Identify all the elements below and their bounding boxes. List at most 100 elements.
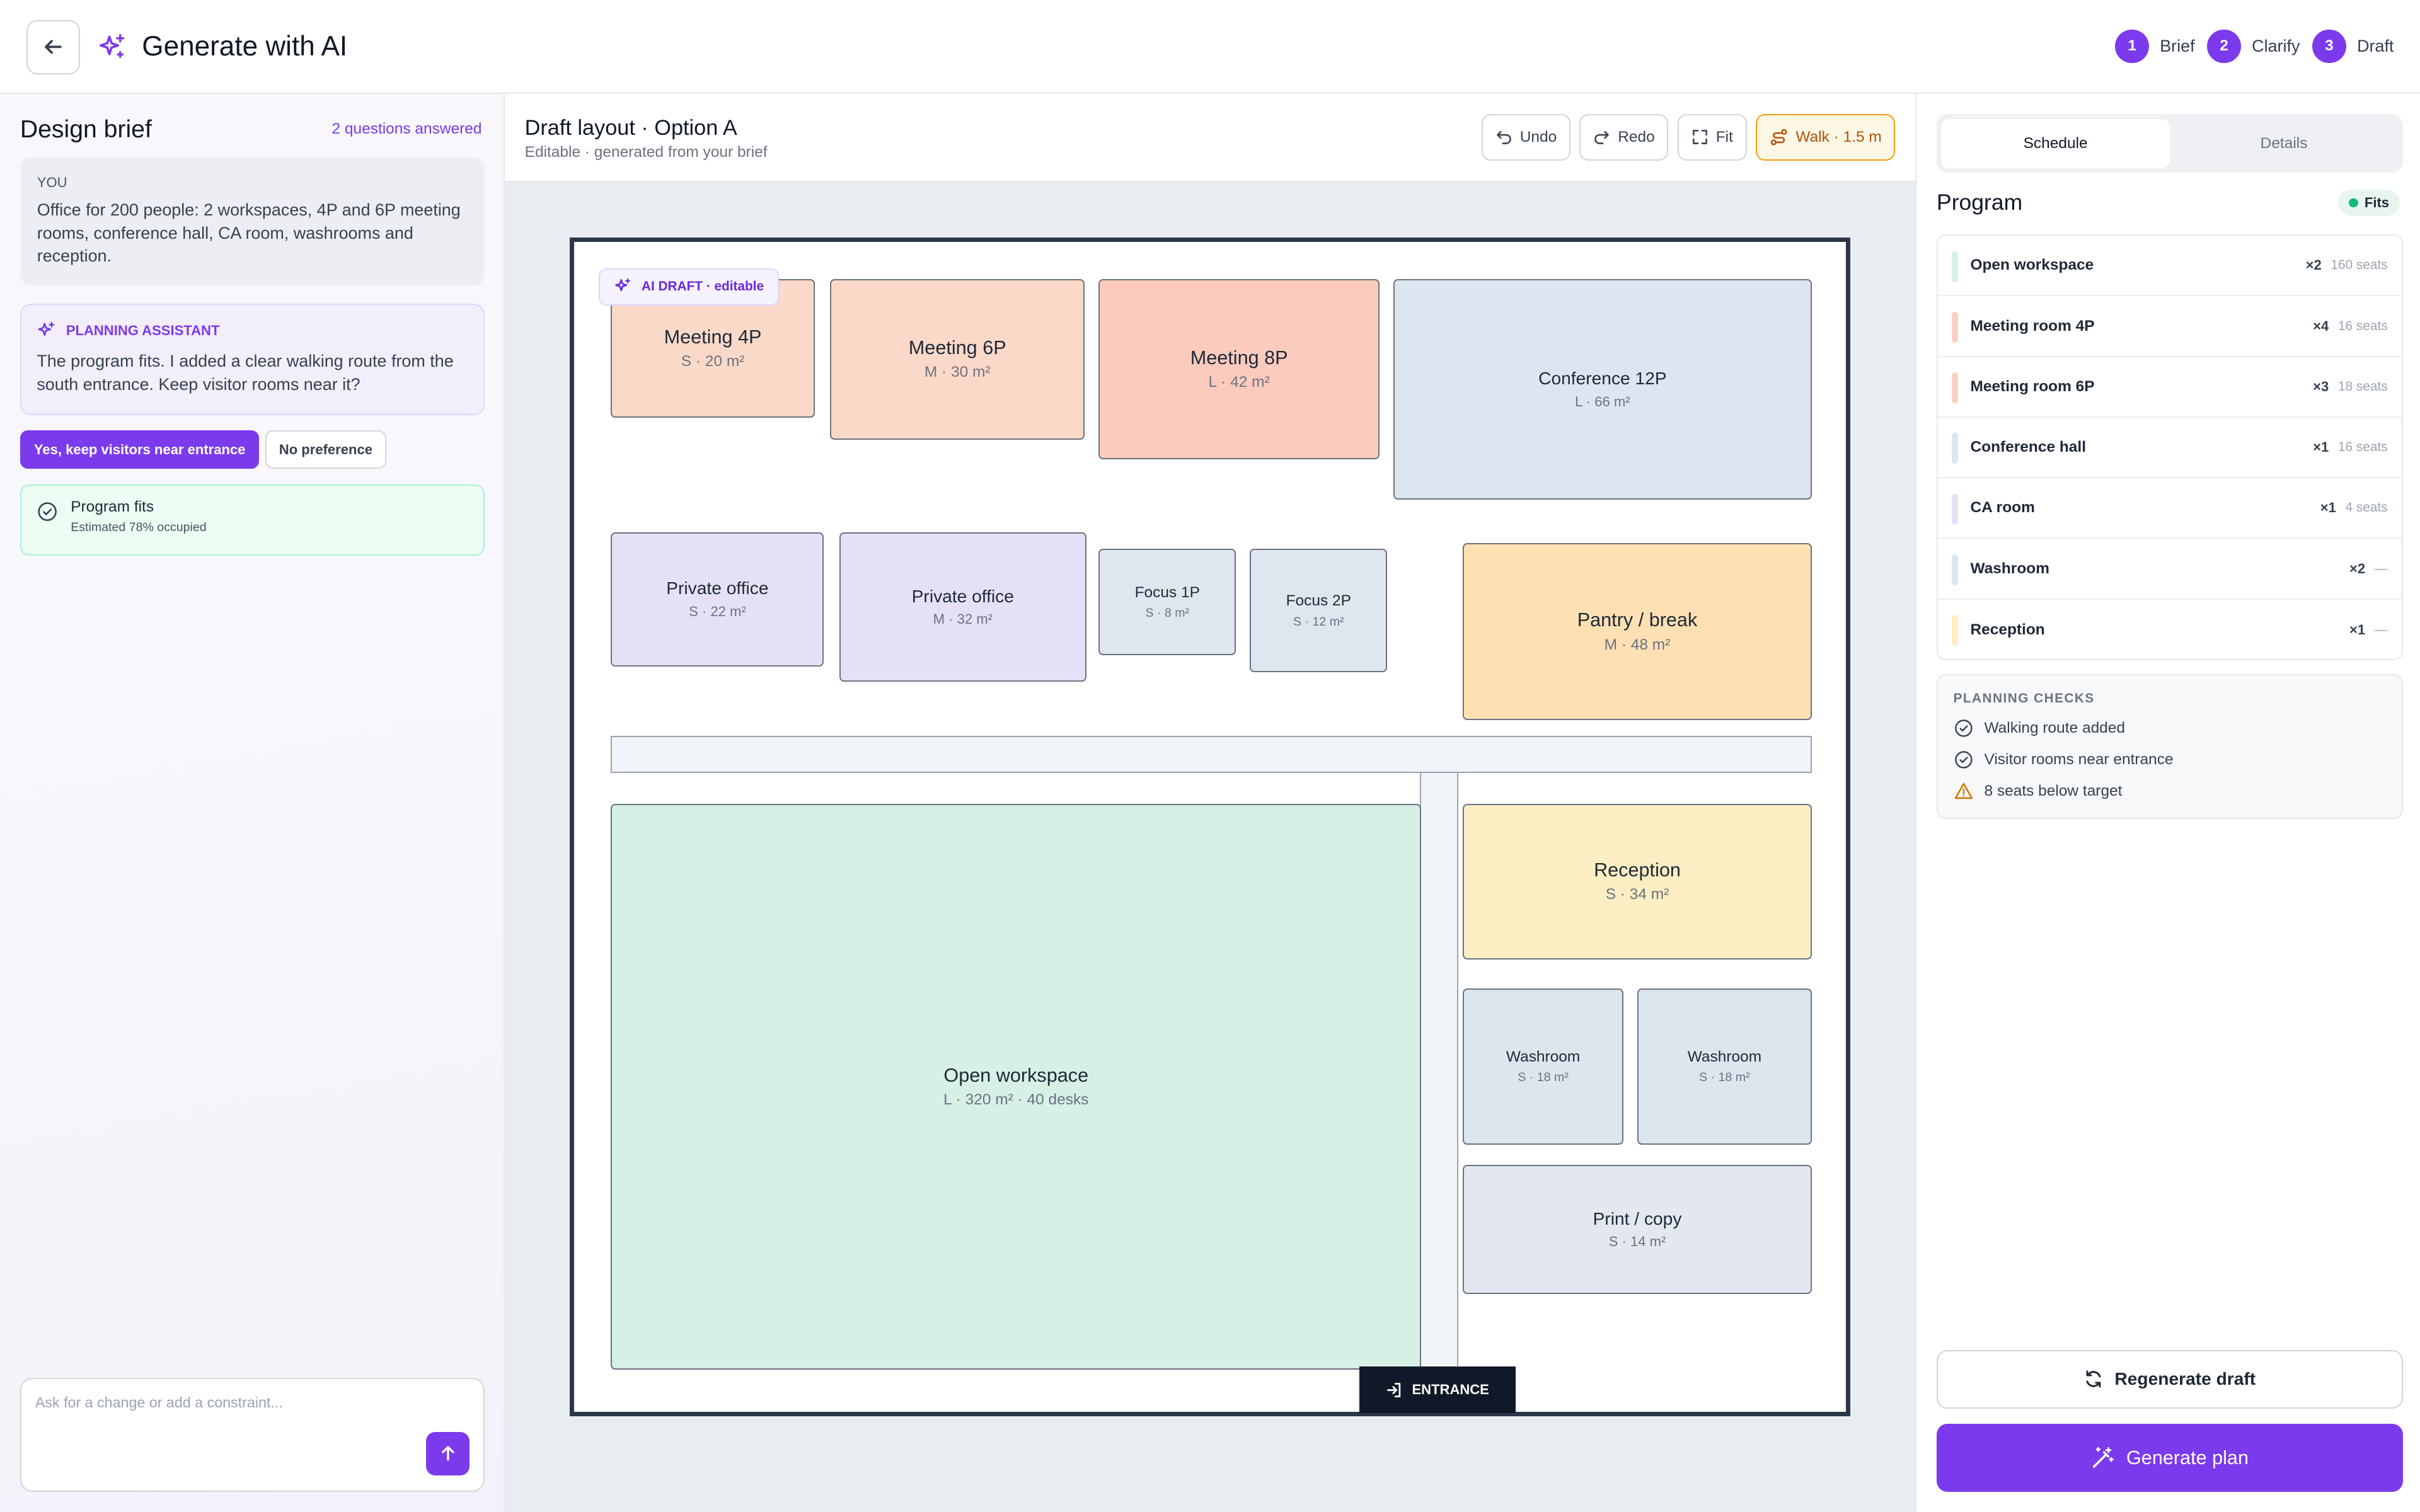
tab-schedule[interactable]: Schedule (1941, 118, 2170, 168)
color-swatch (1952, 433, 1958, 464)
room-private-office-1[interactable]: Private office S · 22 m² (611, 532, 824, 667)
undo-icon (1496, 131, 1511, 145)
check-item: Visitor rooms near entrance (1954, 744, 2387, 776)
send-button[interactable] (426, 1432, 470, 1475)
room-size: S · 34 m² (1605, 886, 1669, 903)
room-size: L · 42 m² (1208, 374, 1270, 391)
program-fits-card: Program fits Estimated 78% occupied (20, 484, 485, 556)
tab-details[interactable]: Details (2170, 119, 2398, 168)
room-conference-12p[interactable]: Conference 12P L · 66 m² (1393, 278, 1812, 500)
check-circle-icon (1954, 719, 1973, 737)
item-name: Meeting room 6P (1970, 377, 2095, 395)
room-size: L · 320 m² · 40 desks (943, 1091, 1089, 1109)
expand-icon (1692, 130, 1707, 145)
item-seats: 160 seats (2331, 258, 2388, 273)
room-name: Pantry / break (1577, 609, 1698, 631)
back-button[interactable] (26, 20, 81, 74)
magic-wand-icon (2092, 1446, 2114, 1468)
item-name: Washroom (1970, 559, 2049, 577)
regenerate-label: Regenerate draft (2114, 1369, 2256, 1389)
assistant-header: PLANNING ASSISTANT (37, 321, 468, 341)
room-name: Reception (1594, 859, 1681, 881)
step-number: 3 (2312, 29, 2346, 64)
brief-title: Design brief (20, 115, 152, 143)
step-label: Brief (2160, 36, 2195, 55)
step-brief[interactable]: 1 Brief (2115, 29, 2195, 64)
no-preference-button[interactable]: No preference (265, 430, 386, 469)
room-reception[interactable]: Reception S · 34 m² (1463, 803, 1812, 959)
layout-subtitle: Editable · generated from your brief (524, 143, 768, 161)
step-clarify[interactable]: 2 Clarify (2207, 29, 2300, 64)
check-item: Walking route added (1954, 712, 2387, 743)
room-focus-2p[interactable]: Focus 2P S · 12 m² (1250, 549, 1388, 673)
generate-plan-button[interactable]: Generate plan (1937, 1424, 2403, 1492)
keep-visitors-button[interactable]: Yes, keep visitors near entrance (20, 430, 260, 469)
check-circle-icon (38, 502, 57, 522)
color-swatch (1952, 311, 1958, 343)
program-item[interactable]: Open workspace ×2 160 seats (1938, 236, 2402, 297)
item-count: ×1 (2349, 621, 2366, 638)
room-print-copy[interactable]: Print / copy S · 14 m² (1463, 1164, 1812, 1295)
fit-button[interactable]: Fit (1677, 114, 1747, 161)
room-size: S · 20 m² (681, 353, 745, 370)
room-size: S · 8 m² (1145, 606, 1190, 621)
chat-input[interactable]: Ask for a change or add a constraint... (20, 1377, 485, 1492)
program-item[interactable]: Reception ×1 — (1938, 600, 2402, 660)
room-name: Conference 12P (1538, 369, 1667, 389)
regenerate-button[interactable]: Regenerate draft (1937, 1349, 2403, 1409)
room-washroom-1[interactable]: Washroom S · 18 m² (1463, 988, 1623, 1145)
top-bar: Generate with AI 1 Brief 2 Clarify 3 Draft (0, 0, 2420, 94)
color-swatch (1952, 615, 1958, 646)
room-private-office-2[interactable]: Private office M · 32 m² (839, 532, 1086, 682)
status-dot (2349, 198, 2359, 208)
floor-plan[interactable]: Meeting 4P S · 20 m² Meeting 6P M · 30 m² … (569, 238, 1851, 1417)
item-count: ×2 (2305, 257, 2322, 273)
stepper: 1 Brief 2 Clarify 3 Draft (2103, 29, 2394, 64)
program-item[interactable]: Meeting room 6P ×3 18 seats (1938, 357, 2402, 418)
room-meeting-8p[interactable]: Meeting 8P L · 42 m² (1098, 278, 1380, 460)
room-washroom-2[interactable]: Washroom S · 18 m² (1637, 988, 1812, 1145)
panel-tabs: Schedule Details (1937, 114, 2403, 173)
room-open-workspace[interactable]: Open workspace L · 320 m² · 40 desks (611, 803, 1422, 1370)
room-size: M · 32 m² (933, 610, 993, 627)
sparkles-icon (38, 321, 55, 336)
walk-route-toggle[interactable]: Walk · 1.5 m (1756, 114, 1896, 161)
item-seats: 18 seats (2337, 379, 2388, 394)
program-item[interactable]: CA room ×1 4 seats (1938, 478, 2402, 539)
color-swatch (1952, 554, 1958, 585)
room-meeting-6p[interactable]: Meeting 6P M · 30 m² (830, 278, 1085, 440)
room-size: S · 18 m² (1518, 1070, 1569, 1085)
item-seats: 16 seats (2337, 318, 2388, 333)
check-label: Walking route added (1984, 719, 2126, 736)
step-label: Clarify (2252, 36, 2300, 55)
room-pantry[interactable]: Pantry / break M · 48 m² (1463, 542, 1812, 721)
user-label: YOU (37, 174, 67, 190)
room-name: Open workspace (943, 1064, 1089, 1086)
room-size: M · 30 m² (924, 364, 991, 381)
room-name: Meeting 4P (664, 326, 762, 348)
step-draft[interactable]: 3 Draft (2312, 29, 2394, 64)
program-item[interactable]: Washroom ×2 — (1938, 539, 2402, 600)
item-name: Meeting room 4P (1970, 317, 2095, 335)
panel-background (0, 557, 504, 1512)
room-name: Meeting 8P (1190, 346, 1288, 369)
item-seats: 16 seats (2337, 440, 2388, 455)
schedule-panel: Schedule Details Program Fits Open works… (1915, 94, 2420, 1512)
toolbar: Undo Redo Fit Walk · 1.5 m (1481, 114, 1896, 161)
program-item[interactable]: Meeting room 4P ×4 16 seats (1938, 296, 2402, 357)
item-name: Reception (1970, 621, 2045, 638)
status-badge: Fits (2338, 190, 2400, 216)
room-focus-1p[interactable]: Focus 1P S · 8 m² (1098, 549, 1236, 656)
item-count: ×3 (2313, 378, 2329, 394)
item-count: ×4 (2313, 318, 2329, 334)
program-item[interactable]: Conference hall ×1 16 seats (1938, 418, 2402, 479)
item-seats: — (2374, 561, 2388, 576)
room-size: S · 18 m² (1699, 1070, 1750, 1085)
room-size: S · 14 m² (1608, 1234, 1666, 1250)
fit-label: Fit (1715, 128, 1733, 146)
check-label: 8 seats below target (1984, 782, 2123, 799)
undo-button[interactable]: Undo (1481, 114, 1570, 161)
redo-button[interactable]: Redo (1579, 114, 1669, 161)
answered-count[interactable]: 2 questions answered (331, 120, 481, 138)
program-title: Program (1937, 190, 2023, 215)
